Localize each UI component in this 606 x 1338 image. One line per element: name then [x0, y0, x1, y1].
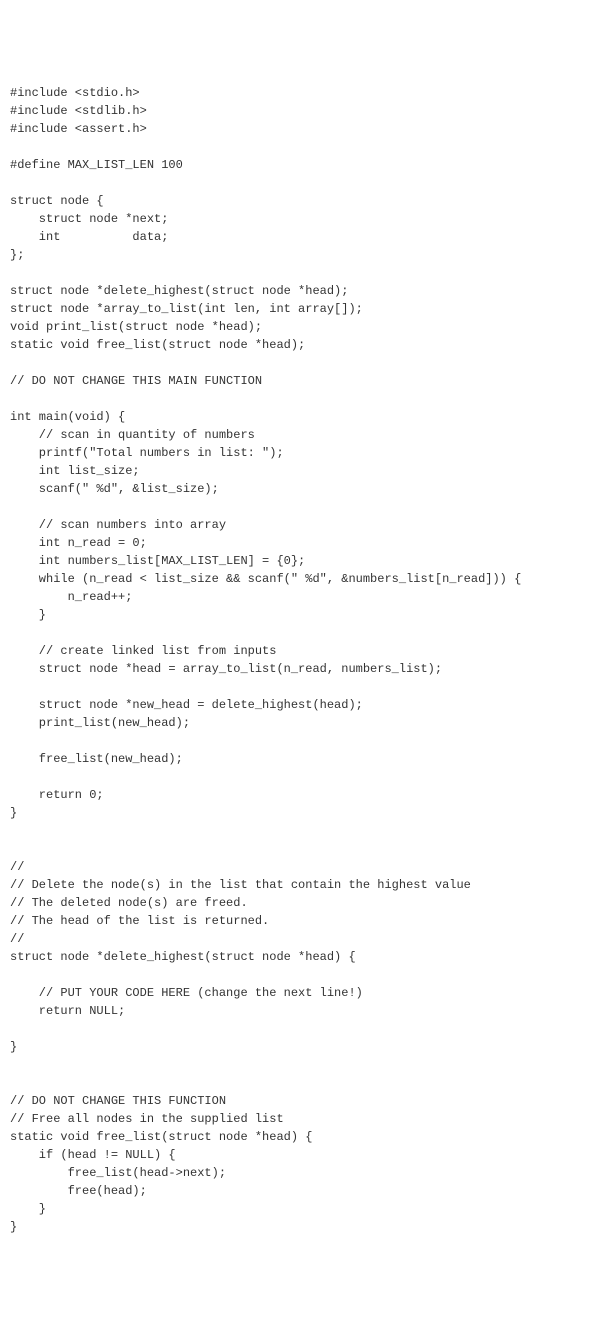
code-line	[10, 1074, 596, 1092]
code-line: #define MAX_LIST_LEN 100	[10, 156, 596, 174]
code-line: }	[10, 1038, 596, 1056]
code-line: return NULL;	[10, 1002, 596, 1020]
code-line: #include <stdlib.h>	[10, 102, 596, 120]
code-line: while (n_read < list_size && scanf(" %d"…	[10, 570, 596, 588]
code-line	[10, 768, 596, 786]
code-line: };	[10, 246, 596, 264]
code-line	[10, 1020, 596, 1038]
code-line: }	[10, 1200, 596, 1218]
code-line	[10, 966, 596, 984]
code-line: n_read++;	[10, 588, 596, 606]
code-line	[10, 354, 596, 372]
code-line: static void free_list(struct node *head)…	[10, 336, 596, 354]
code-line	[10, 498, 596, 516]
code-line: int data;	[10, 228, 596, 246]
code-line: struct node *delete_highest(struct node …	[10, 948, 596, 966]
code-line: struct node *delete_highest(struct node …	[10, 282, 596, 300]
code-line: struct node {	[10, 192, 596, 210]
code-line: // Free all nodes in the supplied list	[10, 1110, 596, 1128]
code-line: // Delete the node(s) in the list that c…	[10, 876, 596, 894]
code-line: free_list(new_head);	[10, 750, 596, 768]
code-line: print_list(new_head);	[10, 714, 596, 732]
code-line: // create linked list from inputs	[10, 642, 596, 660]
code-line: // DO NOT CHANGE THIS FUNCTION	[10, 1092, 596, 1110]
code-line	[10, 390, 596, 408]
code-line	[10, 1056, 596, 1074]
code-line: struct node *array_to_list(int len, int …	[10, 300, 596, 318]
code-line: struct node *head = array_to_list(n_read…	[10, 660, 596, 678]
code-line	[10, 822, 596, 840]
code-line: int main(void) {	[10, 408, 596, 426]
code-line: }	[10, 804, 596, 822]
code-line: // scan in quantity of numbers	[10, 426, 596, 444]
code-line	[10, 624, 596, 642]
code-line: int n_read = 0;	[10, 534, 596, 552]
code-line: }	[10, 1218, 596, 1236]
code-line	[10, 264, 596, 282]
code-line: scanf(" %d", &list_size);	[10, 480, 596, 498]
code-line: // DO NOT CHANGE THIS MAIN FUNCTION	[10, 372, 596, 390]
code-line: static void free_list(struct node *head)…	[10, 1128, 596, 1146]
code-line: // The deleted node(s) are freed.	[10, 894, 596, 912]
code-line	[10, 678, 596, 696]
code-line: free_list(head->next);	[10, 1164, 596, 1182]
code-block: #include <stdio.h>#include <stdlib.h>#in…	[10, 84, 596, 1236]
code-line	[10, 174, 596, 192]
code-line	[10, 840, 596, 858]
code-line: void print_list(struct node *head);	[10, 318, 596, 336]
code-line: // scan numbers into array	[10, 516, 596, 534]
code-line: // PUT YOUR CODE HERE (change the next l…	[10, 984, 596, 1002]
code-line: //	[10, 858, 596, 876]
code-line: #include <stdio.h>	[10, 84, 596, 102]
code-line: }	[10, 606, 596, 624]
code-line: #include <assert.h>	[10, 120, 596, 138]
code-line: int list_size;	[10, 462, 596, 480]
code-line: printf("Total numbers in list: ");	[10, 444, 596, 462]
code-line: free(head);	[10, 1182, 596, 1200]
code-line	[10, 138, 596, 156]
code-line: return 0;	[10, 786, 596, 804]
code-line: // The head of the list is returned.	[10, 912, 596, 930]
code-line: struct node *new_head = delete_highest(h…	[10, 696, 596, 714]
code-line: //	[10, 930, 596, 948]
code-line: if (head != NULL) {	[10, 1146, 596, 1164]
code-line: int numbers_list[MAX_LIST_LEN] = {0};	[10, 552, 596, 570]
code-line: struct node *next;	[10, 210, 596, 228]
code-line	[10, 732, 596, 750]
